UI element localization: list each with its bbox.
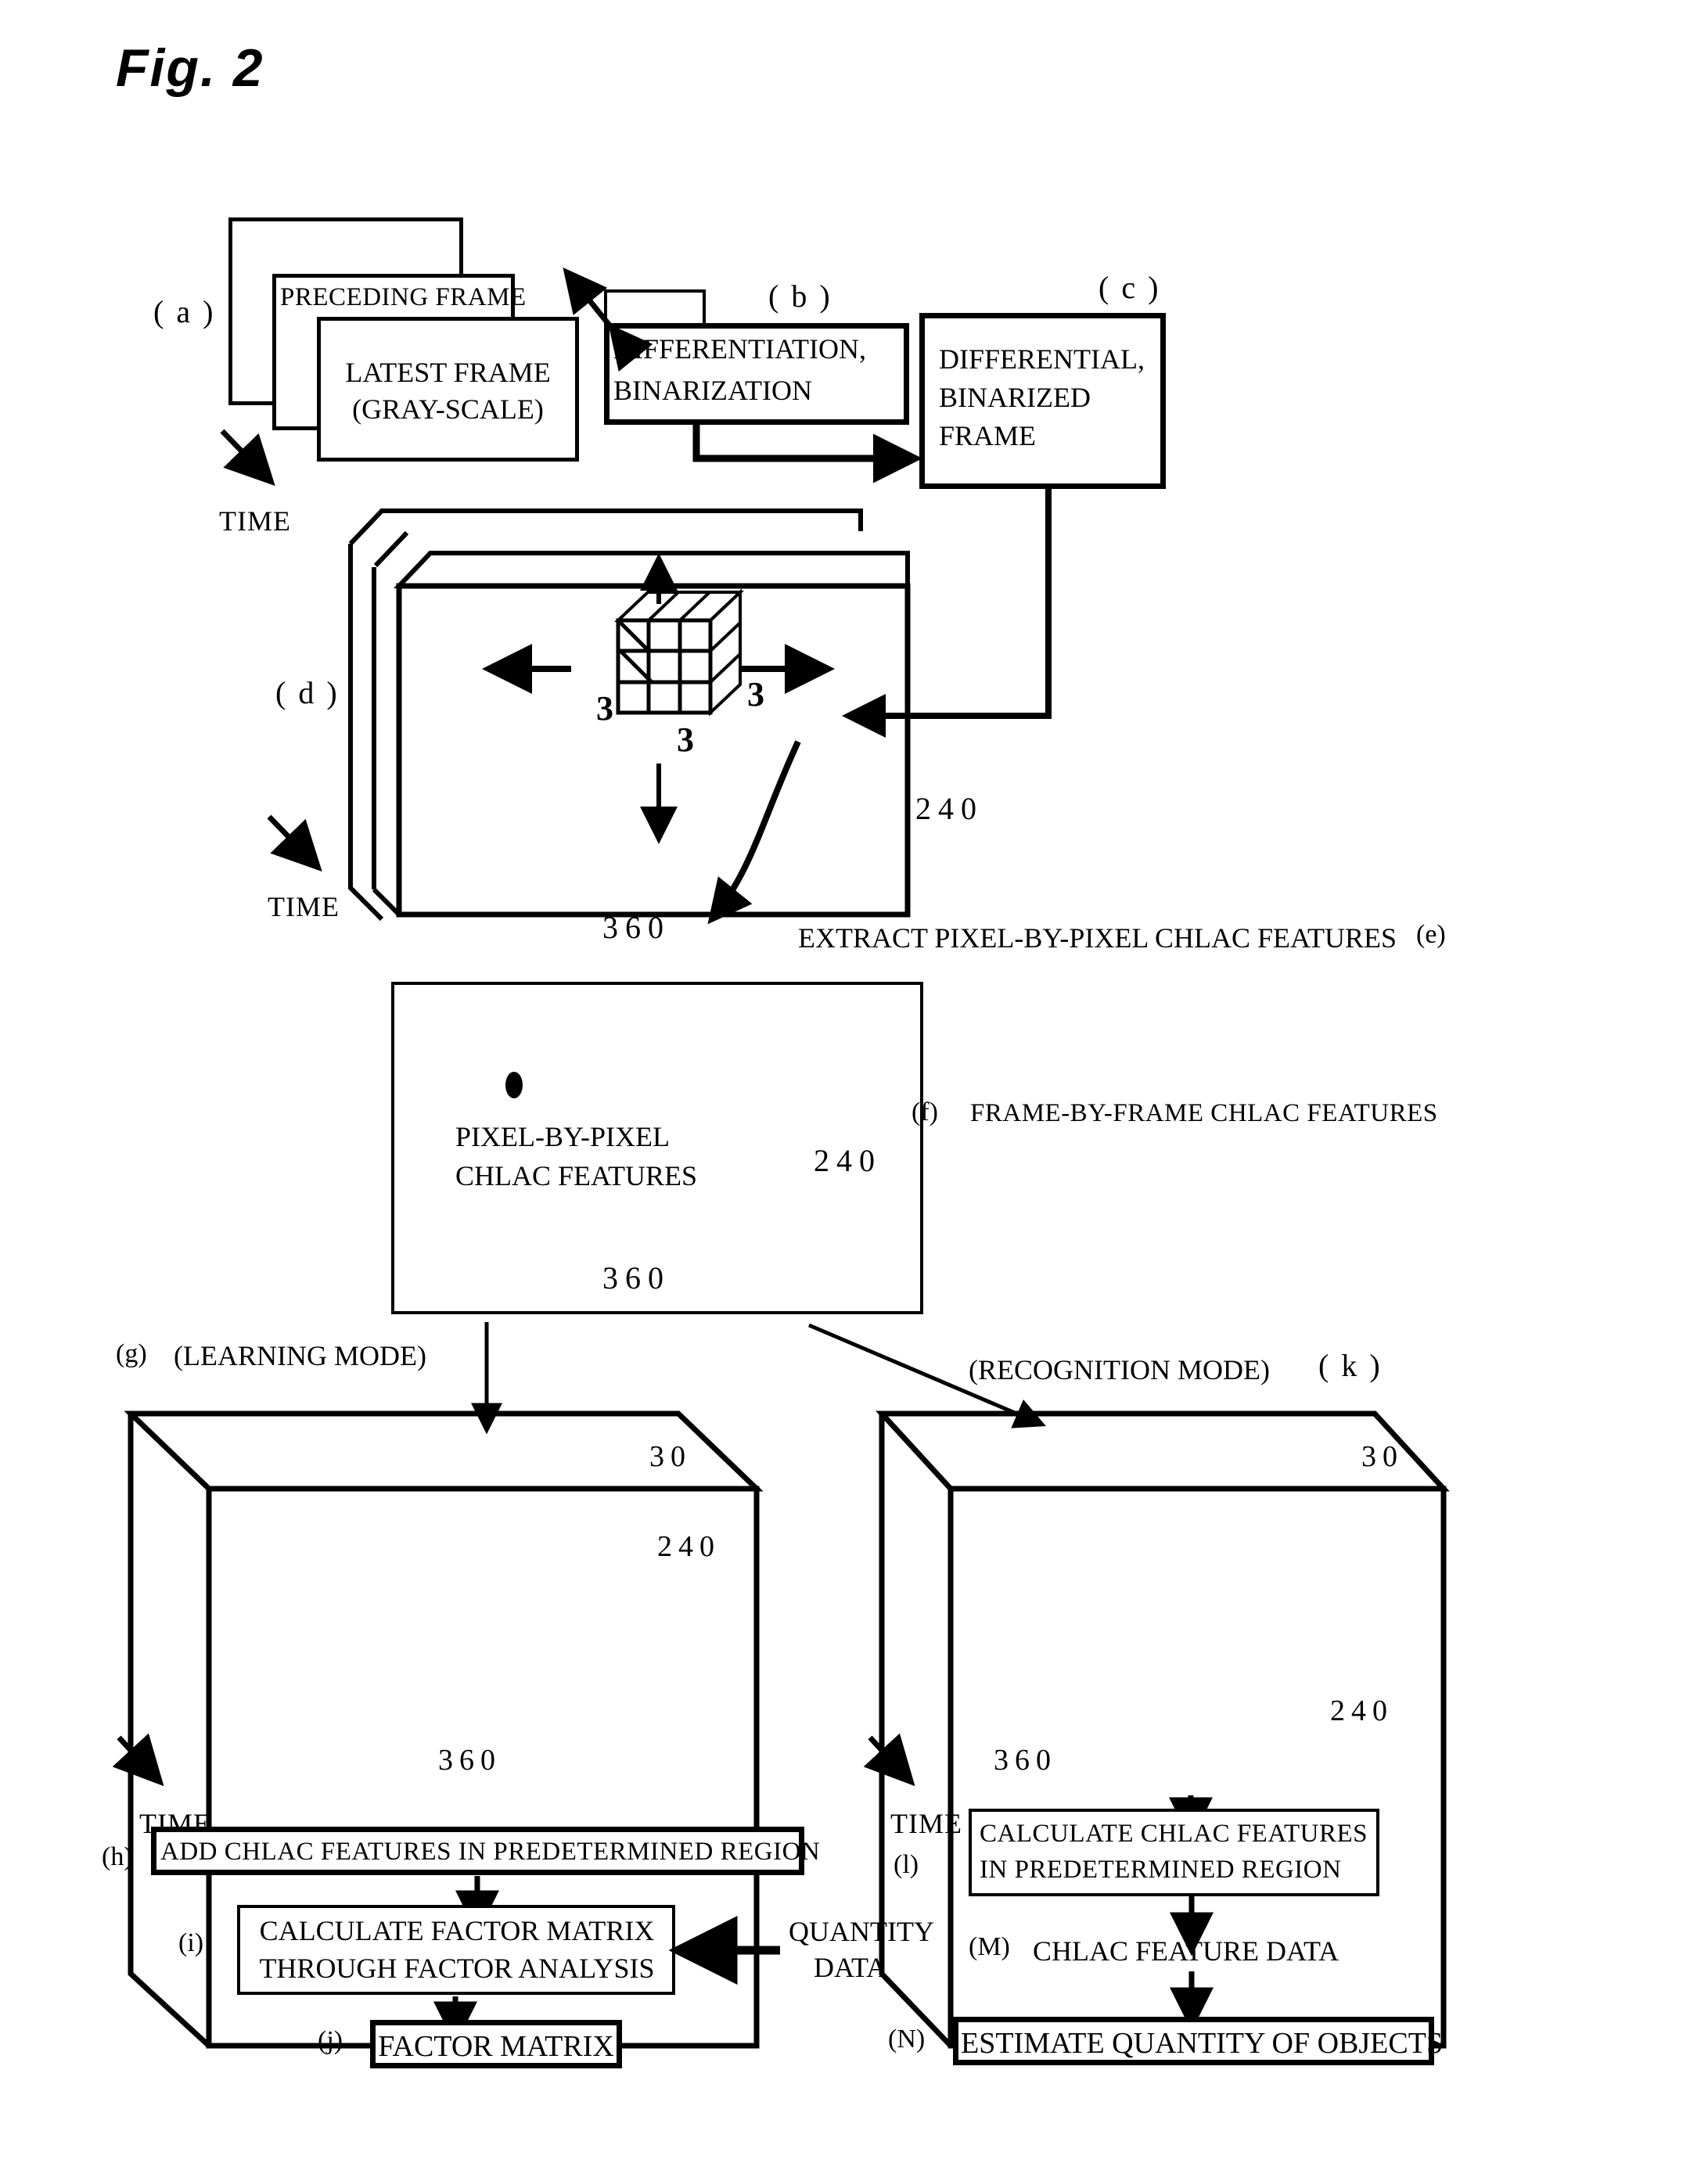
stage-c-line3: FRAME bbox=[939, 420, 1037, 451]
preceding-frame-label: PRECEDING FRAME bbox=[280, 283, 527, 311]
time-arrow-g-icon bbox=[112, 1733, 164, 1787]
figure-title: Fig. 2 bbox=[116, 38, 264, 98]
stage-g-depth: 30 bbox=[649, 1440, 692, 1473]
mask-arrow-down-icon bbox=[640, 764, 678, 844]
bidirectional-arrow-ab-icon bbox=[563, 267, 653, 372]
stage-l-line2: IN PREDETERMINED REGION bbox=[980, 1856, 1342, 1884]
mask-arrow-left-icon bbox=[482, 644, 571, 694]
stage-h-ref: (h) bbox=[102, 1842, 133, 1871]
stage-k-width: 360 bbox=[994, 1744, 1057, 1777]
stage-i-ref: (i) bbox=[178, 1928, 204, 1957]
stage-f-height: 240 bbox=[814, 1143, 882, 1178]
stage-i-line1: CALCULATE FACTOR MATRIX bbox=[259, 1915, 655, 1946]
time-arrow-k-icon bbox=[863, 1733, 915, 1787]
stage-h-label: ADD CHLAC FEATURES IN PREDETERMINED REGI… bbox=[160, 1838, 821, 1866]
stage-l-line1: CALCULATE CHLAC FEATURES bbox=[980, 1820, 1368, 1848]
stage-m-ref: (M) bbox=[969, 1932, 1010, 1961]
stage-f-inner-line1: PIXEL-BY-PIXEL bbox=[455, 1121, 670, 1152]
stage-m-label: CHLAC FEATURE DATA bbox=[1033, 1935, 1339, 1967]
time-arrow-a-icon bbox=[220, 429, 275, 487]
stage-k-depth: 30 bbox=[1361, 1440, 1404, 1473]
stage-g-mode: (LEARNING MODE) bbox=[174, 1340, 426, 1371]
time-label-a: TIME bbox=[219, 505, 291, 537]
stage-a-ref: ( a ) bbox=[153, 294, 216, 329]
latest-frame-label-line2: (GRAY-SCALE) bbox=[352, 393, 544, 425]
quantity-data-arrow-icon bbox=[668, 1916, 780, 1985]
stage-n-ref: (N) bbox=[888, 2025, 926, 2054]
stage-f-inner-line2: CHLAC FEATURES bbox=[455, 1160, 698, 1191]
mask-size-right: 3 bbox=[747, 675, 764, 713]
stage-j-ref: (j) bbox=[318, 2026, 343, 2055]
stage-c-ref: ( c ) bbox=[1099, 270, 1161, 305]
quantity-data-line1: QUANTITY bbox=[789, 1916, 934, 1947]
stage-l-ref: (l) bbox=[894, 1850, 919, 1879]
stage-k-mode: (RECOGNITION MODE) bbox=[969, 1354, 1270, 1385]
stage-d-height: 240 bbox=[915, 791, 983, 826]
stage-e-ref: (e) bbox=[1416, 920, 1446, 949]
time-label-d: TIME bbox=[268, 891, 340, 922]
stage-d-width: 360 bbox=[602, 910, 671, 945]
stage-k-ref: ( k ) bbox=[1318, 1348, 1383, 1383]
stage-g-ref: (g) bbox=[116, 1339, 147, 1368]
stage-g-width: 360 bbox=[438, 1744, 502, 1777]
quantity-data-line2: DATA bbox=[814, 1952, 887, 1983]
latest-frame-box bbox=[317, 317, 579, 462]
stage-g-height: 240 bbox=[657, 1530, 721, 1563]
stage-j-label: FACTOR MATRIX bbox=[378, 2030, 614, 2063]
stage-k-height: 240 bbox=[1330, 1694, 1393, 1727]
stage-c-line1: DIFFERENTIAL, bbox=[939, 343, 1145, 375]
time-arrow-d-icon bbox=[267, 814, 322, 872]
stage-f-label: FRAME-BY-FRAME CHLAC FEATURES bbox=[970, 1099, 1438, 1127]
stage-b-line2: BINARIZATION bbox=[613, 375, 812, 406]
mask-size-left: 3 bbox=[596, 689, 613, 728]
stage-i-line2: THROUGH FACTOR ANALYSIS bbox=[259, 1953, 655, 1984]
stage-d-ref: ( d ) bbox=[275, 675, 340, 710]
stage-c-line2: BINARIZED bbox=[939, 382, 1091, 413]
mask-size-bottom: 3 bbox=[677, 720, 694, 759]
stage-f-ref: (f) bbox=[912, 1098, 938, 1127]
time-label-k: TIME bbox=[890, 1808, 962, 1839]
pixel-feature-dot-icon bbox=[505, 1072, 523, 1098]
stage-f-width: 360 bbox=[602, 1260, 671, 1295]
stage-e-label: EXTRACT PIXEL-BY-PIXEL CHLAC FEATURES bbox=[798, 922, 1397, 954]
mask-arrow-up-icon bbox=[640, 553, 678, 604]
latest-frame-label-line1: LATEST FRAME bbox=[345, 357, 551, 388]
stage-b-ref: ( b ) bbox=[768, 278, 832, 314]
stage-n-label: ESTIMATE QUANTITY OF OBJECTS bbox=[961, 2027, 1444, 2060]
